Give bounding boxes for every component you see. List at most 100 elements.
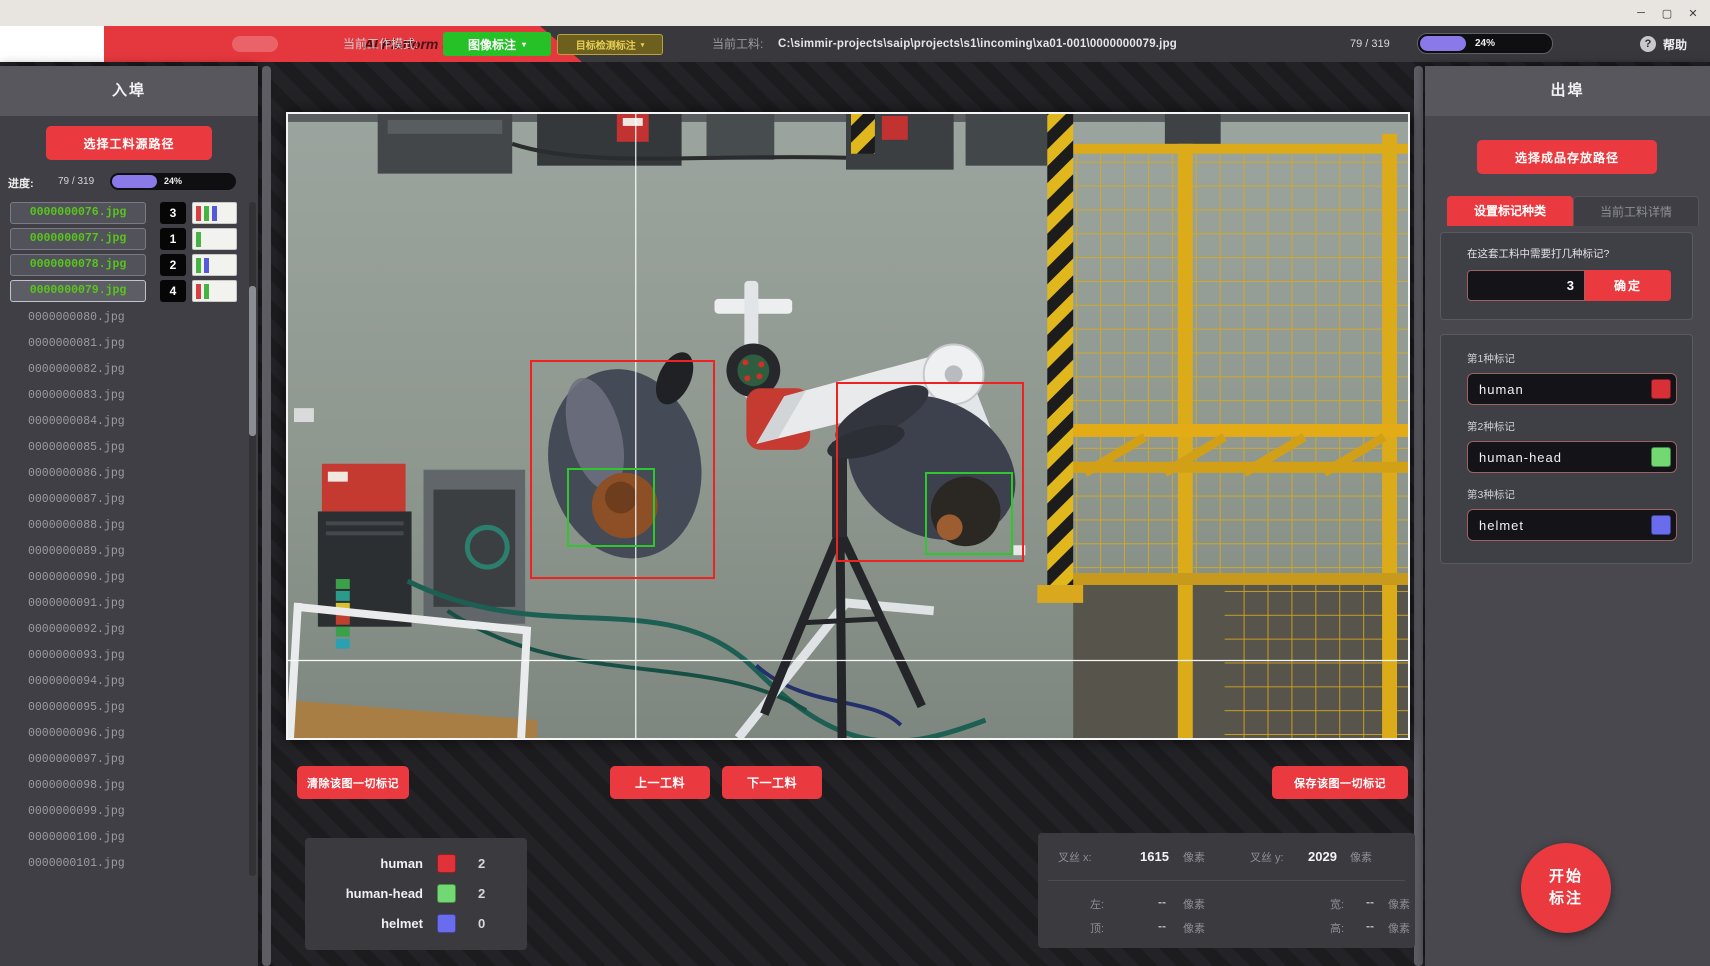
label-count-box: 在这套工料中需要打几种标记? 3 确定 xyxy=(1440,232,1693,320)
file-list-item[interactable]: 0000000081.jpg xyxy=(10,332,244,354)
legend-row: human-head2 xyxy=(305,878,527,908)
select-output-path-button[interactable]: 选择成品存放路径 xyxy=(1477,140,1657,174)
file-list-item[interactable]: 0000000080.jpg xyxy=(10,306,244,328)
file-name: 0000000084.jpg xyxy=(10,415,125,428)
file-list-item[interactable]: 0000000095.jpg xyxy=(10,696,244,718)
box-left-label: 左: xyxy=(1090,896,1104,912)
legend-count: 2 xyxy=(478,856,485,871)
file-name: 0000000095.jpg xyxy=(10,701,125,714)
crosshair-y-label: 叉丝 y: xyxy=(1250,849,1284,865)
mode-detection-annotation-label: 目标检测标注 xyxy=(576,37,636,52)
file-list-item[interactable]: 0000000088.jpg xyxy=(10,514,244,536)
label-types-box: 第1种标记human第2种标记human-head第3种标记helmet xyxy=(1440,334,1693,564)
progress-bar: 24% xyxy=(110,173,236,190)
file-list-item[interactable]: 0000000083.jpg xyxy=(10,384,244,406)
current-file-path: C:\simmir-projects\saip\projects\s1\inco… xyxy=(778,26,1177,62)
hazard-stripe-pole xyxy=(1047,114,1073,589)
label-color-swatch[interactable] xyxy=(1651,379,1671,399)
annotation-canvas[interactable] xyxy=(286,112,1410,740)
crosshair-x-label: 叉丝 x: xyxy=(1058,849,1092,865)
label-color-swatch[interactable] xyxy=(1651,515,1671,535)
pixel-unit: 像素 xyxy=(1388,920,1410,936)
previous-item-button[interactable]: 上一工料 xyxy=(610,766,710,799)
file-name: 0000000077.jpg xyxy=(10,228,146,250)
mode-image-annotation-label: 图像标注 xyxy=(468,36,516,53)
file-list-item[interactable]: 0000000077.jpg1 xyxy=(10,228,244,250)
tab-set-label-types[interactable]: 设置标记种类 xyxy=(1447,196,1573,226)
safety-fence xyxy=(1073,134,1408,738)
file-name: 0000000083.jpg xyxy=(10,389,125,402)
file-name: 0000000079.jpg xyxy=(10,280,146,302)
left-divider-scrollbar[interactable] xyxy=(262,66,271,966)
legend-color-swatch xyxy=(437,884,456,903)
label-name-input[interactable]: human-head xyxy=(1467,441,1677,473)
coordinate-readout: 叉丝 x: 1615 像素 叉丝 y: 2029 像素 左: -- 像素 宽: … xyxy=(1038,833,1415,948)
label-name-input[interactable]: human xyxy=(1467,373,1677,405)
file-list-item[interactable]: 0000000089.jpg xyxy=(10,540,244,562)
minimize-button[interactable]: ─ xyxy=(1628,7,1654,19)
close-button[interactable]: ✕ xyxy=(1680,7,1706,20)
file-list-scrollbar[interactable] xyxy=(249,202,256,876)
tab-current-item-details[interactable]: 当前工料详情 xyxy=(1573,196,1699,226)
annotation-box-human-head[interactable] xyxy=(567,468,655,547)
start-annotation-button[interactable]: 开始 标注 xyxy=(1521,843,1611,933)
file-list-item[interactable]: 0000000094.jpg xyxy=(10,670,244,692)
legend-label: human xyxy=(305,856,423,871)
mode-detection-annotation-button[interactable]: 目标检测标注 ▾ xyxy=(557,34,663,55)
file-list-item[interactable]: 0000000086.jpg xyxy=(10,462,244,484)
file-list-item[interactable]: 0000000082.jpg xyxy=(10,358,244,380)
file-list-item[interactable]: 0000000085.jpg xyxy=(10,436,244,458)
file-list-item[interactable]: 0000000097.jpg xyxy=(10,748,244,770)
label-name-input[interactable]: helmet xyxy=(1467,509,1677,541)
file-list-item[interactable]: 0000000076.jpg3 xyxy=(10,202,244,224)
file-list-item[interactable]: 0000000099.jpg xyxy=(10,800,244,822)
start-button-line1: 开始 xyxy=(1549,868,1583,885)
mode-image-annotation-button[interactable]: 图像标注 ▾ xyxy=(443,32,551,56)
app-logo-area xyxy=(0,26,104,62)
label-color-swatch[interactable] xyxy=(1651,447,1671,467)
box-width-label: 宽: xyxy=(1330,896,1344,912)
pixel-unit: 像素 xyxy=(1350,849,1372,865)
file-name: 0000000091.jpg xyxy=(10,597,125,610)
annotation-count-badge: 4 xyxy=(160,280,186,302)
start-button-line2: 标注 xyxy=(1549,890,1583,907)
work-mode-label: 当前工作模式: xyxy=(343,26,418,62)
file-list-item[interactable]: 0000000100.jpg xyxy=(10,826,244,848)
file-list-item[interactable]: 0000000092.jpg xyxy=(10,618,244,640)
file-list-item[interactable]: 0000000090.jpg xyxy=(10,566,244,588)
right-divider-scrollbar[interactable] xyxy=(1414,66,1423,966)
file-list-item[interactable]: 0000000091.jpg xyxy=(10,592,244,614)
file-list-item[interactable]: 0000000079.jpg 4 xyxy=(10,280,244,302)
annotation-color-swatches xyxy=(192,228,237,250)
next-item-button[interactable]: 下一工料 xyxy=(722,766,822,799)
output-panel-title: 出埠 xyxy=(1425,66,1710,116)
scrollbar-thumb[interactable] xyxy=(249,286,256,436)
file-name: 0000000100.jpg xyxy=(10,831,125,844)
file-list-item[interactable]: 0000000084.jpg xyxy=(10,410,244,432)
legend-row: helmet0 xyxy=(305,908,527,938)
file-name: 0000000098.jpg xyxy=(10,779,125,792)
annotation-color-swatches xyxy=(192,254,237,276)
file-list-item[interactable]: 0000000101.jpg xyxy=(10,852,244,874)
file-list-item[interactable]: 0000000078.jpg2 xyxy=(10,254,244,276)
file-list-item[interactable]: 0000000087.jpg xyxy=(10,488,244,510)
label-type-title: 第1种标记 xyxy=(1467,351,1692,366)
confirm-button[interactable]: 确定 xyxy=(1585,270,1671,301)
file-list-item[interactable]: 0000000093.jpg xyxy=(10,644,244,666)
file-list-item[interactable]: 0000000098.jpg xyxy=(10,774,244,796)
save-annotations-button[interactable]: 保存该图一切标记 xyxy=(1272,766,1408,799)
maximize-button[interactable]: ▢ xyxy=(1654,7,1680,20)
file-name: 0000000088.jpg xyxy=(10,519,125,532)
progress-bar: 24% xyxy=(1417,33,1553,54)
crosshair-y-value: 2029 xyxy=(1308,849,1337,864)
legend-label: helmet xyxy=(305,916,423,931)
help-button[interactable]: ? 帮助 xyxy=(1640,26,1687,62)
file-list-item[interactable]: 0000000096.jpg xyxy=(10,722,244,744)
annotation-box-human-head[interactable] xyxy=(925,472,1013,555)
help-label: 帮助 xyxy=(1663,36,1687,53)
label-count-input[interactable]: 3 xyxy=(1467,270,1585,301)
select-source-path-button[interactable]: 选择工料源路径 xyxy=(46,126,212,160)
legend-color-swatch xyxy=(437,854,456,873)
clear-annotations-button[interactable]: 清除该图一切标记 xyxy=(297,766,409,799)
file-name: 0000000090.jpg xyxy=(10,571,125,584)
